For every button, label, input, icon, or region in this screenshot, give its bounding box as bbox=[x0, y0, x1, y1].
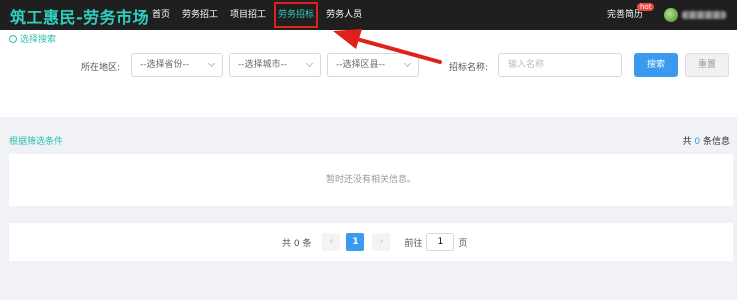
city-select-text: --选择城市-- bbox=[238, 60, 287, 70]
nav-project-recruit[interactable]: 项目招工 bbox=[224, 0, 272, 30]
circle-icon bbox=[9, 34, 17, 43]
count-prefix: 共 bbox=[682, 137, 692, 147]
page-number-current[interactable]: 1 bbox=[346, 233, 365, 251]
district-select-text: --选择区县-- bbox=[336, 60, 385, 70]
page-suffix: 页 bbox=[458, 238, 468, 249]
top-navigation-bar: 筑工惠民-劳务市场 首页 劳务招工 项目招工 劳务招标 劳务人员 完善简历 ho… bbox=[0, 0, 737, 30]
district-select[interactable]: --选择区县-- bbox=[327, 53, 419, 77]
blurred-username[interactable] bbox=[682, 11, 726, 19]
pagination-panel: 共 0 条 ‹ 1 › 前往 页 bbox=[9, 223, 733, 261]
region-label: 所在地区: bbox=[81, 63, 121, 73]
next-page-icon[interactable]: › bbox=[372, 233, 391, 251]
reset-button[interactable]: 重置 bbox=[685, 53, 729, 77]
filter-title-label: 选择搜索 bbox=[20, 35, 57, 45]
goto-page-input[interactable] bbox=[426, 233, 455, 251]
chevron-down-icon bbox=[207, 59, 216, 68]
nav-labor-personnel[interactable]: 劳务人员 bbox=[320, 0, 368, 30]
results-count: 共 0 条信息 bbox=[682, 134, 730, 147]
chevron-down-icon bbox=[403, 59, 412, 68]
highlight-box bbox=[274, 2, 319, 28]
main-nav: 首页 劳务招工 项目招工 劳务招标 劳务人员 bbox=[146, 0, 368, 30]
nav-home[interactable]: 首页 bbox=[146, 0, 176, 30]
province-select-text: --选择省份-- bbox=[140, 60, 189, 70]
hot-badge: hot bbox=[637, 3, 655, 11]
results-heading: 根据筛选条件 bbox=[9, 137, 64, 147]
user-avatar[interactable] bbox=[664, 8, 678, 22]
filter-title: 选择搜索 bbox=[9, 32, 56, 45]
empty-results: 暂时还没有相关信息。 bbox=[9, 154, 733, 206]
pagination: 共 0 条 ‹ 1 › 前往 页 bbox=[282, 233, 467, 251]
search-button[interactable]: 搜索 bbox=[634, 53, 678, 77]
empty-message: 暂时还没有相关信息。 bbox=[325, 175, 416, 185]
nav-labor-bidding[interactable]: 劳务招标 bbox=[272, 0, 320, 30]
city-select[interactable]: --选择城市-- bbox=[229, 53, 321, 77]
goto-label: 前往 bbox=[404, 238, 423, 249]
count-suffix: 条信息 bbox=[702, 137, 730, 147]
brand-logo-text[interactable]: 筑工惠民-劳务市场 bbox=[10, 4, 149, 28]
count-number: 0 bbox=[694, 137, 701, 147]
total-count: 共 0 条 bbox=[282, 238, 312, 249]
prev-page-icon[interactable]: ‹ bbox=[322, 233, 341, 251]
name-input[interactable] bbox=[498, 53, 622, 77]
name-label: 招标名称: bbox=[449, 63, 489, 73]
nav-labor-recruit[interactable]: 劳务招工 bbox=[176, 0, 224, 30]
province-select[interactable]: --选择省份-- bbox=[131, 53, 223, 77]
chevron-down-icon bbox=[305, 59, 314, 68]
